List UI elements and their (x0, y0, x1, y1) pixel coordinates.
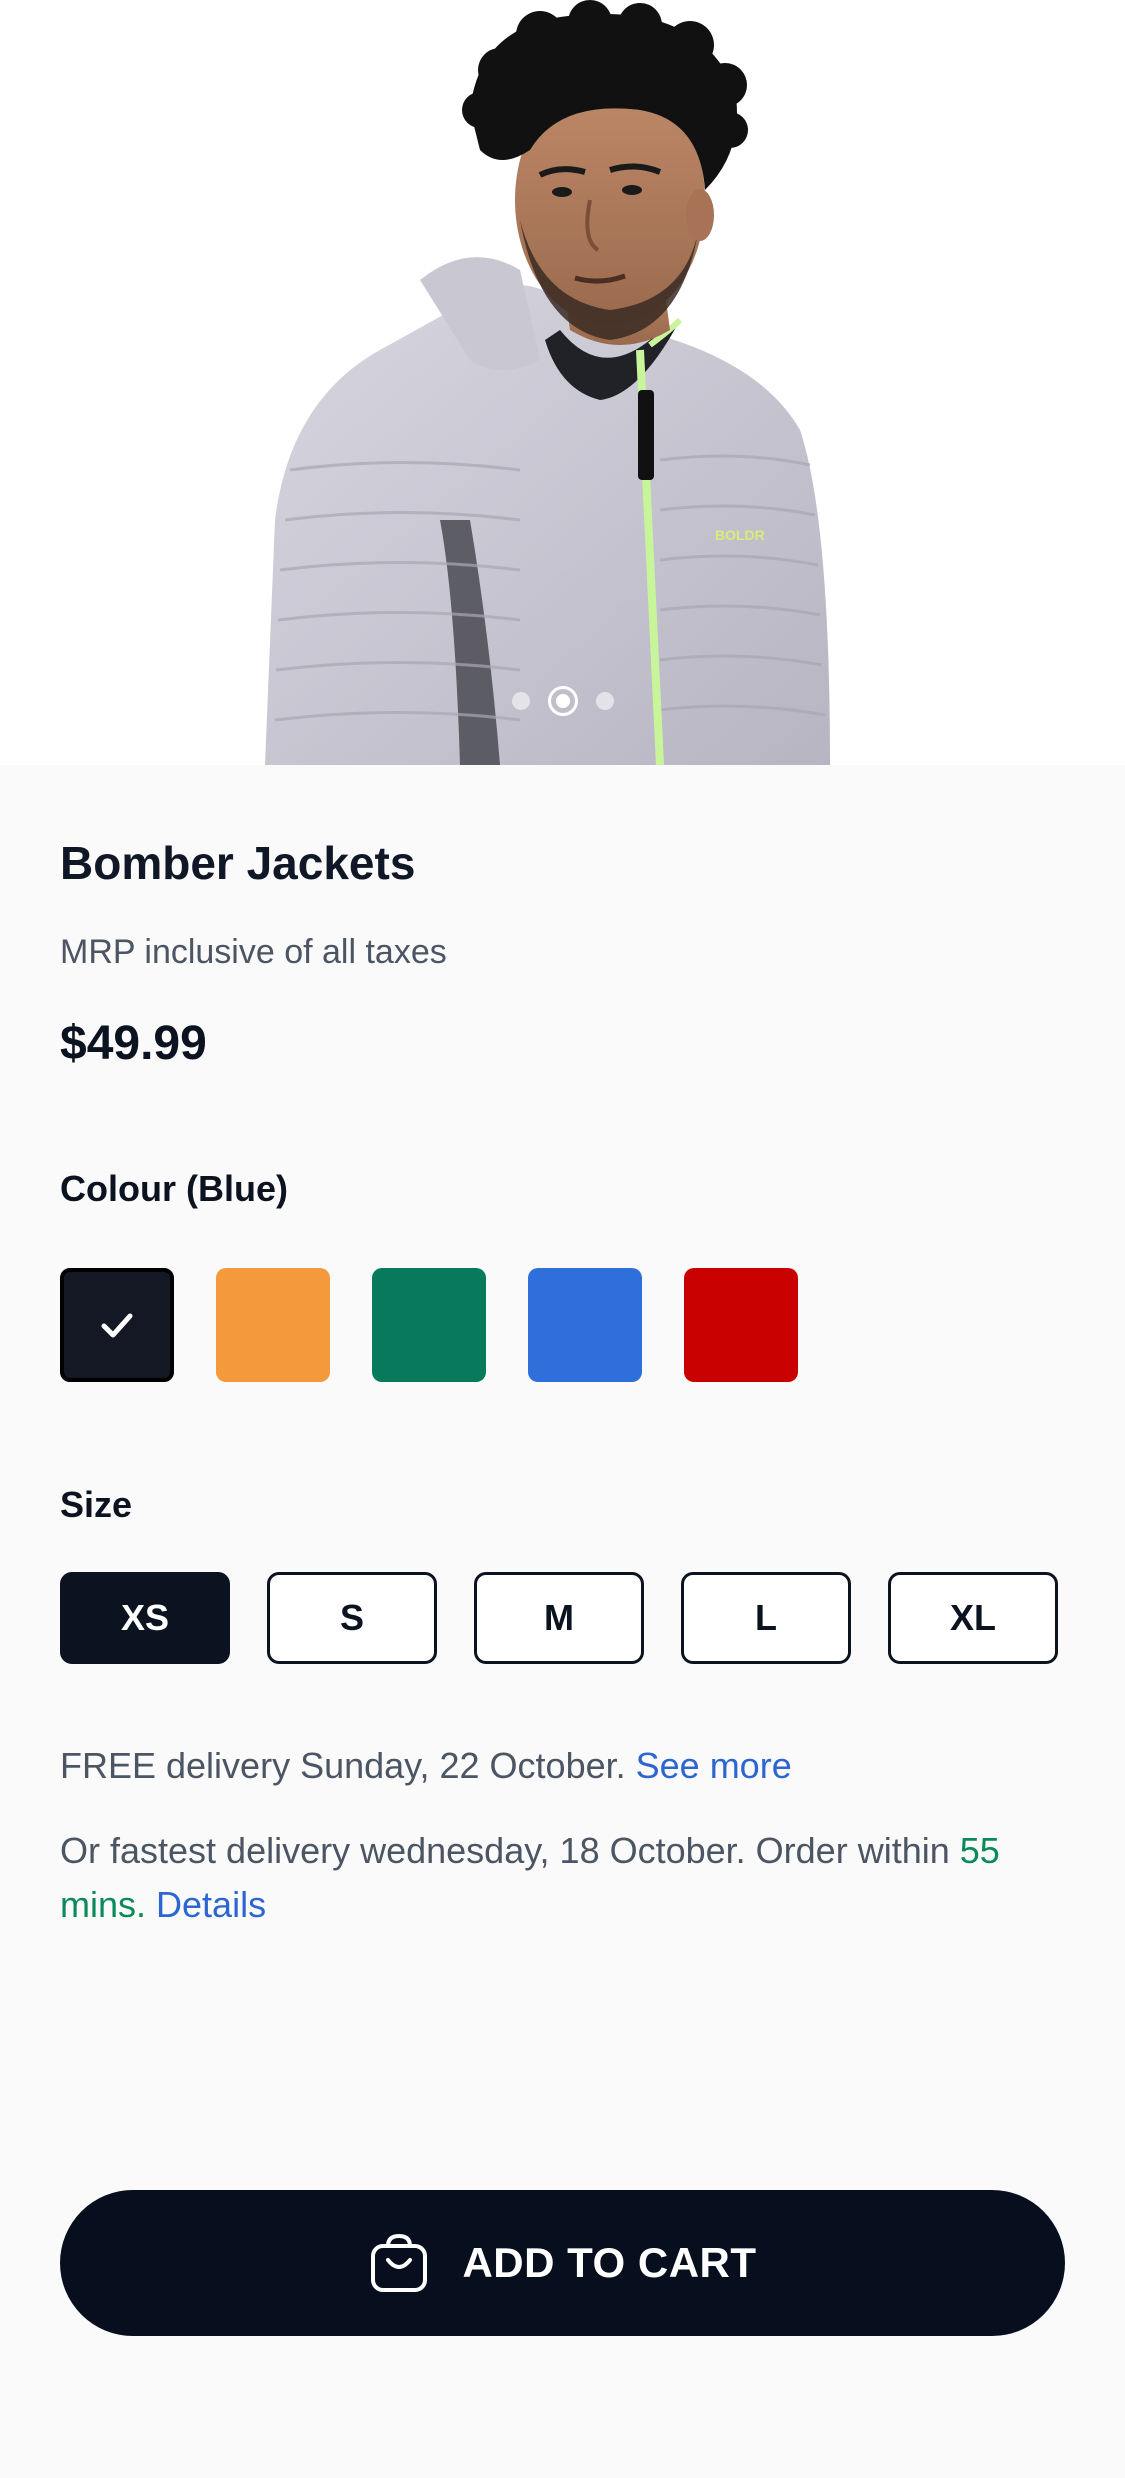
see-more-link[interactable]: See more (636, 1745, 792, 1786)
carousel-dot[interactable] (595, 692, 614, 710)
swatch-red[interactable] (684, 1268, 798, 1382)
product-image[interactable]: BOLDR (0, 0, 1125, 765)
swatch-orange[interactable] (216, 1268, 330, 1382)
colour-swatches (60, 1268, 798, 1382)
free-delivery-text: FREE delivery Sunday, 22 October. (60, 1745, 626, 1786)
product-title: Bomber Jackets (60, 837, 416, 889)
shopping-bag-icon (371, 2233, 428, 2292)
svg-text:BOLDR: BOLDR (715, 527, 765, 543)
size-option-l[interactable]: L (681, 1572, 851, 1664)
check-icon (101, 1313, 133, 1338)
add-to-cart-label: ADD TO CART (462, 2239, 757, 2286)
size-option-xs[interactable]: XS (60, 1572, 230, 1664)
size-option-m[interactable]: M (474, 1572, 644, 1664)
size-options: XS S M L XL (60, 1572, 1058, 1664)
carousel-indicator (0, 686, 1125, 716)
swatch-blue[interactable] (528, 1268, 642, 1382)
carousel-dot-active[interactable] (547, 686, 578, 716)
colour-label: Colour (Blue) (60, 1168, 288, 1209)
swatch-green[interactable] (372, 1268, 486, 1382)
swatch-black[interactable] (60, 1268, 174, 1382)
product-price: $49.99 (60, 1017, 207, 1070)
size-option-s[interactable]: S (267, 1572, 437, 1664)
fastest-delivery-info: Or fastest delivery wednesday, 18 Octobe… (60, 1824, 1070, 1932)
size-option-xl[interactable]: XL (888, 1572, 1058, 1664)
details-link[interactable]: Details (156, 1884, 266, 1925)
add-to-cart-button[interactable]: ADD TO CART (60, 2190, 1065, 2336)
mrp-note: MRP inclusive of all taxes (60, 933, 447, 971)
size-label: Size (60, 1484, 133, 1525)
product-photo: BOLDR (265, 0, 830, 765)
free-delivery-info: FREE delivery Sunday, 22 October. See mo… (60, 1745, 792, 1787)
carousel-dot[interactable] (511, 692, 530, 710)
fastest-delivery-text: Or fastest delivery wednesday, 18 Octobe… (60, 1830, 950, 1871)
